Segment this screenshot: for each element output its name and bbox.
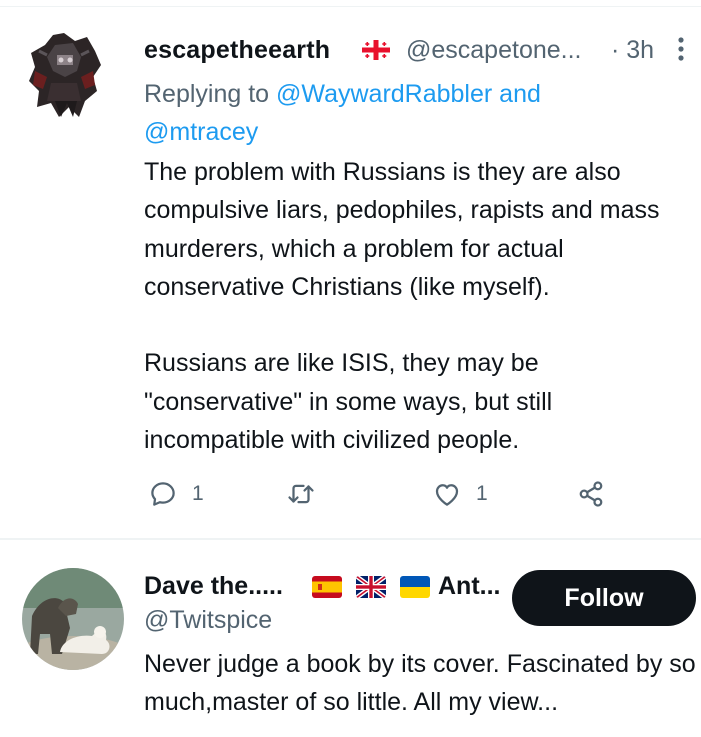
avatar-image xyxy=(29,33,101,117)
follow-button[interactable]: Follow xyxy=(512,570,696,626)
georgia-flag-icon xyxy=(362,40,390,60)
reply-button[interactable]: 1 xyxy=(148,476,204,512)
share-icon xyxy=(579,481,603,507)
retweet-button[interactable] xyxy=(286,476,316,512)
suggested-user-avatar[interactable] xyxy=(22,568,124,670)
more-options-icon[interactable] xyxy=(677,36,685,64)
reply-icon xyxy=(151,482,175,506)
reply-user-link[interactable]: @WaywardRabbler xyxy=(276,80,492,108)
tweet-text: The problem with Russians is they are al… xyxy=(144,158,660,455)
like-button[interactable]: 1 xyxy=(432,476,488,512)
suggested-display-name: Dave the..... xyxy=(144,572,283,600)
tweet-timestamp[interactable]: · 3h xyxy=(611,36,654,65)
uk-flag-icon xyxy=(356,576,386,598)
avatar-image xyxy=(22,568,124,670)
reply-and-word: and xyxy=(499,80,541,108)
replying-to-label: Replying to xyxy=(144,80,270,108)
tweet-avatar[interactable] xyxy=(25,31,103,119)
suggested-user-handle[interactable]: @Twitspice xyxy=(144,606,272,635)
share-button[interactable] xyxy=(576,476,606,512)
reply-user-link[interactable]: @mtracey xyxy=(144,118,258,146)
tweet-display-name[interactable]: escapetheearth xyxy=(144,36,330,65)
top-divider xyxy=(0,6,701,7)
ukraine-flag-icon xyxy=(400,576,430,598)
replying-to-line: Replying to @WaywardRabbler and @mtracey xyxy=(144,75,684,151)
retweet-icon xyxy=(288,484,314,504)
reply-count: 1 xyxy=(192,482,204,505)
heart-icon xyxy=(435,484,459,506)
section-divider xyxy=(0,538,701,540)
tweet-handle[interactable]: @escapetone... xyxy=(406,36,582,65)
suggested-user-bio: Never judge a book by its cover. Fascina… xyxy=(144,650,696,716)
tweet-action-bar: 1 1 xyxy=(144,476,624,512)
like-count: 1 xyxy=(476,482,488,505)
spain-flag-icon xyxy=(312,576,342,598)
tweet-header: escapetheearth @escapetone... · 3h xyxy=(144,30,691,72)
suggested-display-name-rest: Ant... xyxy=(438,572,501,600)
